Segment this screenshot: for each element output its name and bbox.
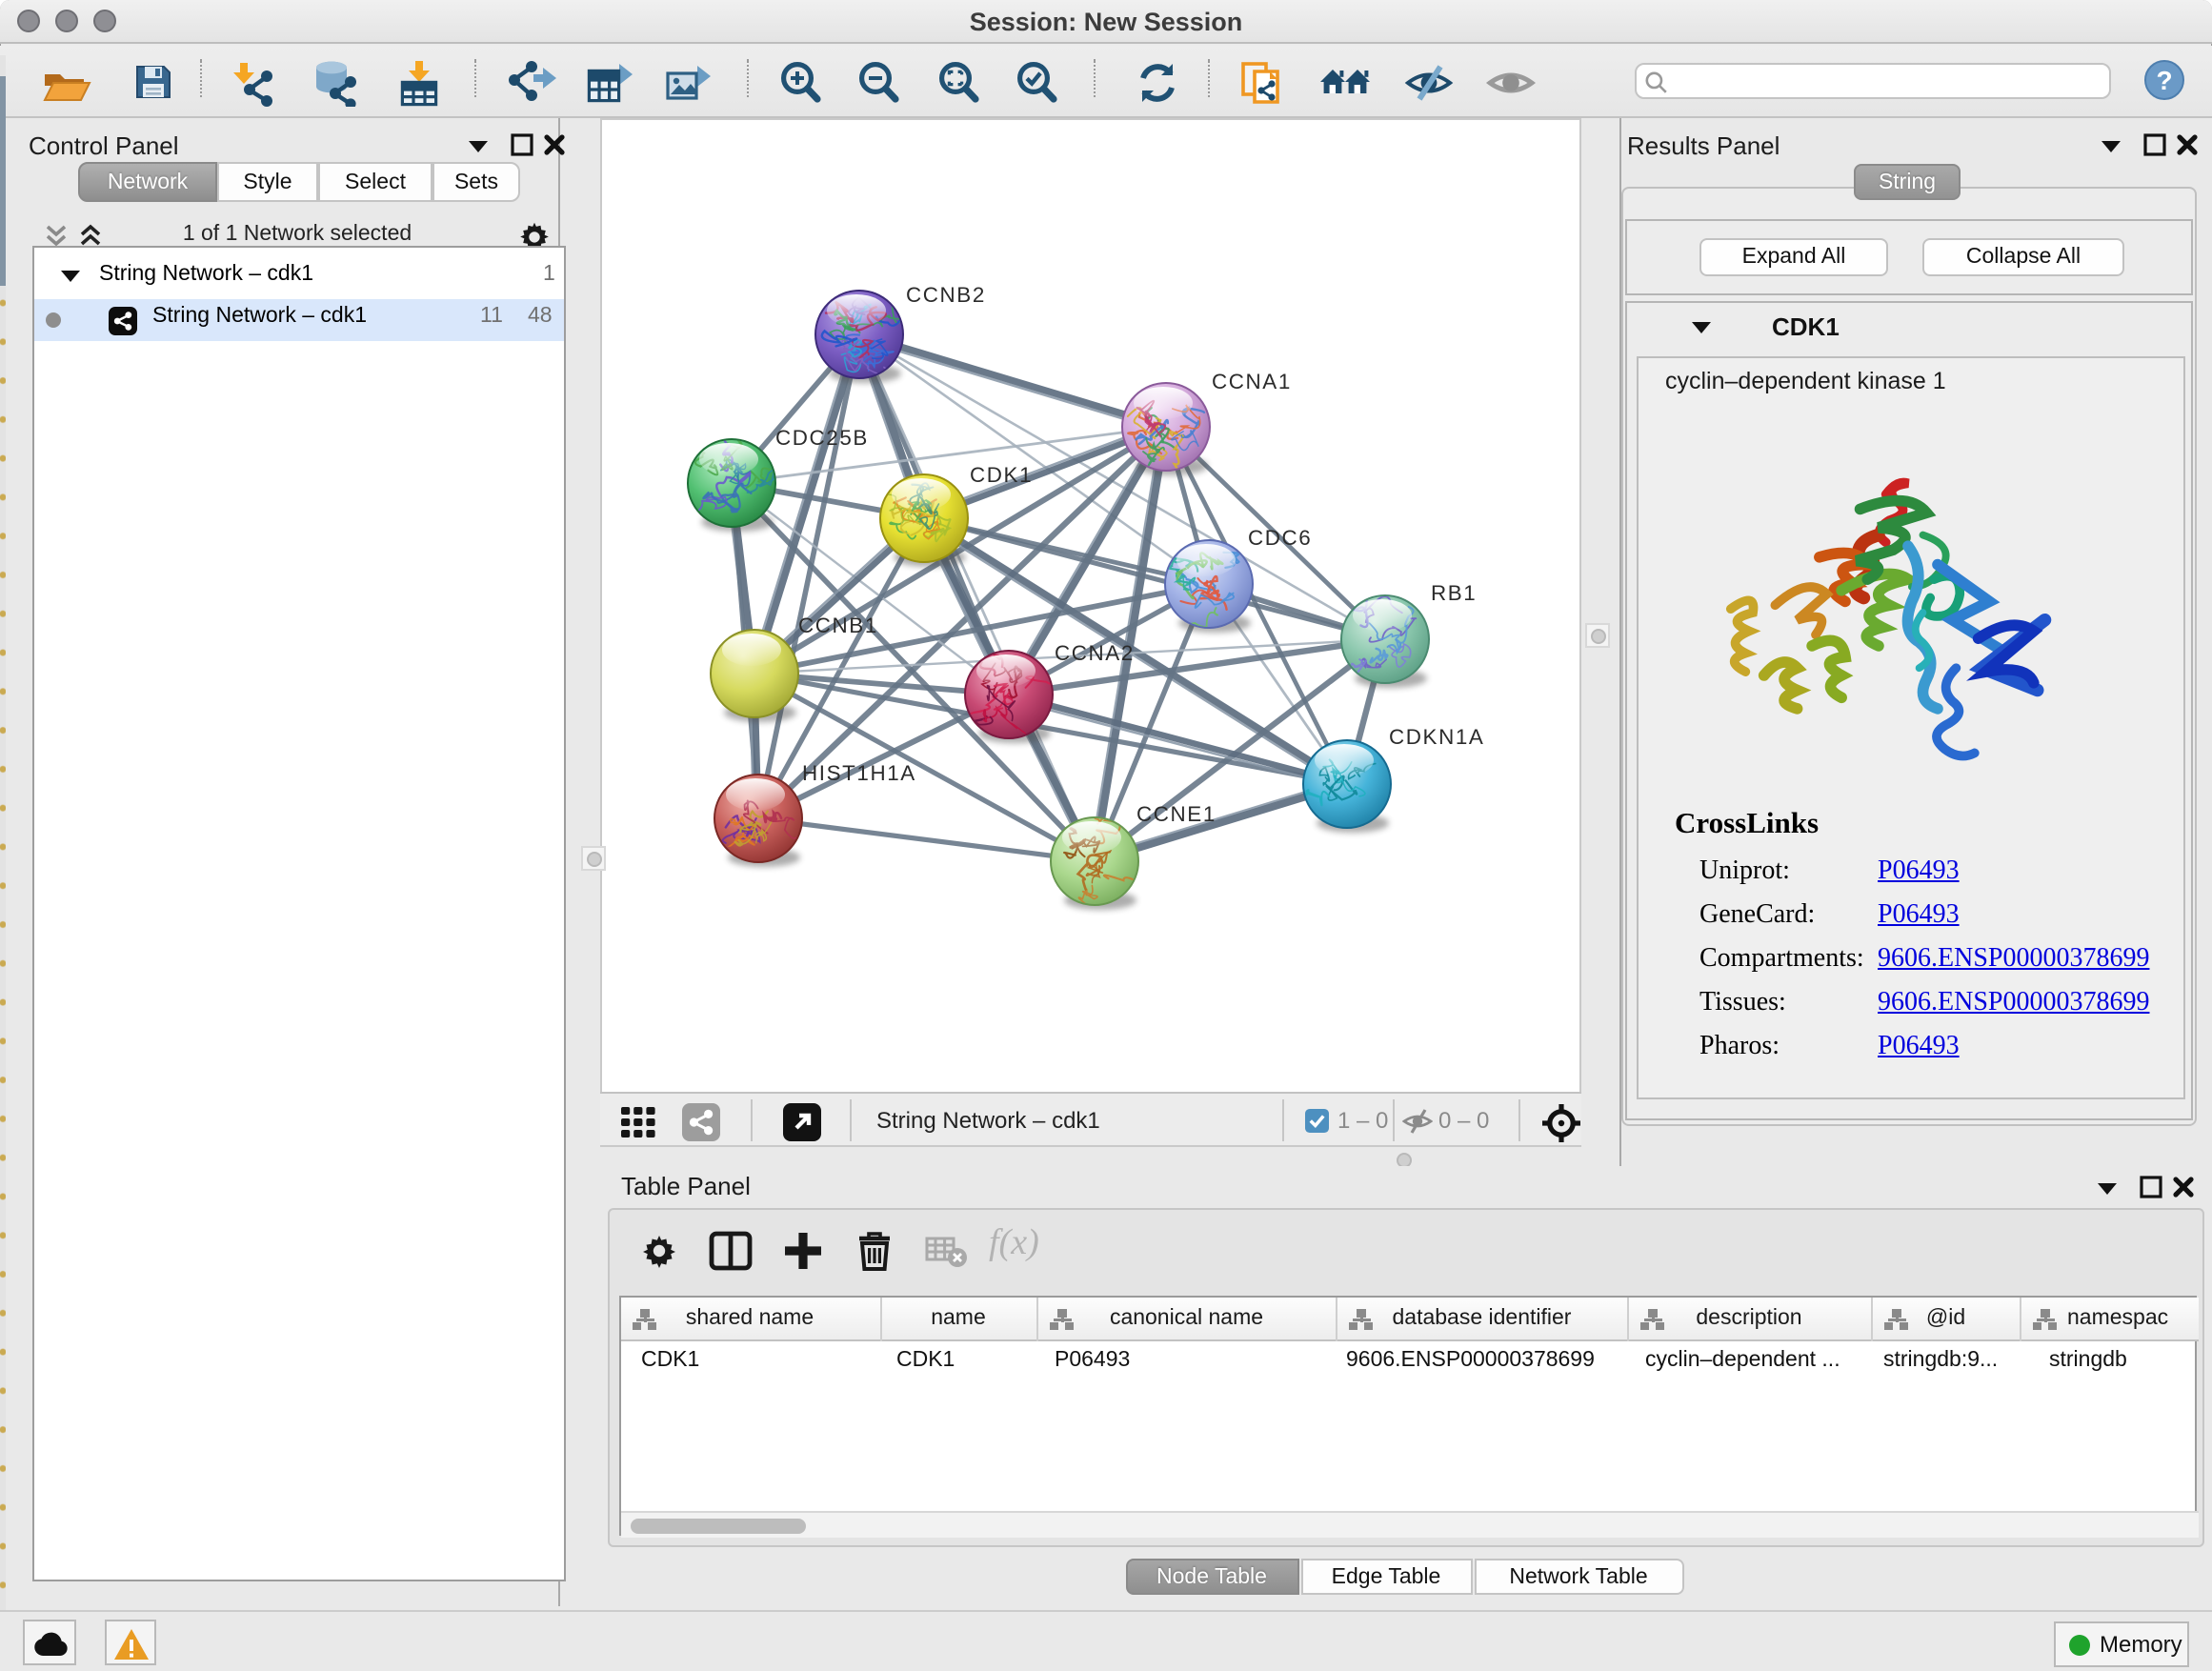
- svg-text:CCNB2: CCNB2: [906, 283, 986, 307]
- svg-text:CCNA1: CCNA1: [1212, 370, 1292, 393]
- svg-text:HIST1H1A: HIST1H1A: [802, 761, 916, 785]
- svg-text:CDC6: CDC6: [1248, 526, 1312, 550]
- svg-text:CCNE1: CCNE1: [1136, 802, 1217, 826]
- svg-text:?: ?: [2156, 66, 2172, 95]
- svg-text:CCNA2: CCNA2: [1055, 641, 1135, 665]
- svg-text:CCNB1: CCNB1: [798, 614, 878, 637]
- svg-text:RB1: RB1: [1431, 581, 1477, 605]
- svg-text:CDK1: CDK1: [970, 463, 1033, 487]
- svg-text:CDKN1A: CDKN1A: [1389, 725, 1484, 749]
- svg-text:CDC25B: CDC25B: [775, 426, 869, 450]
